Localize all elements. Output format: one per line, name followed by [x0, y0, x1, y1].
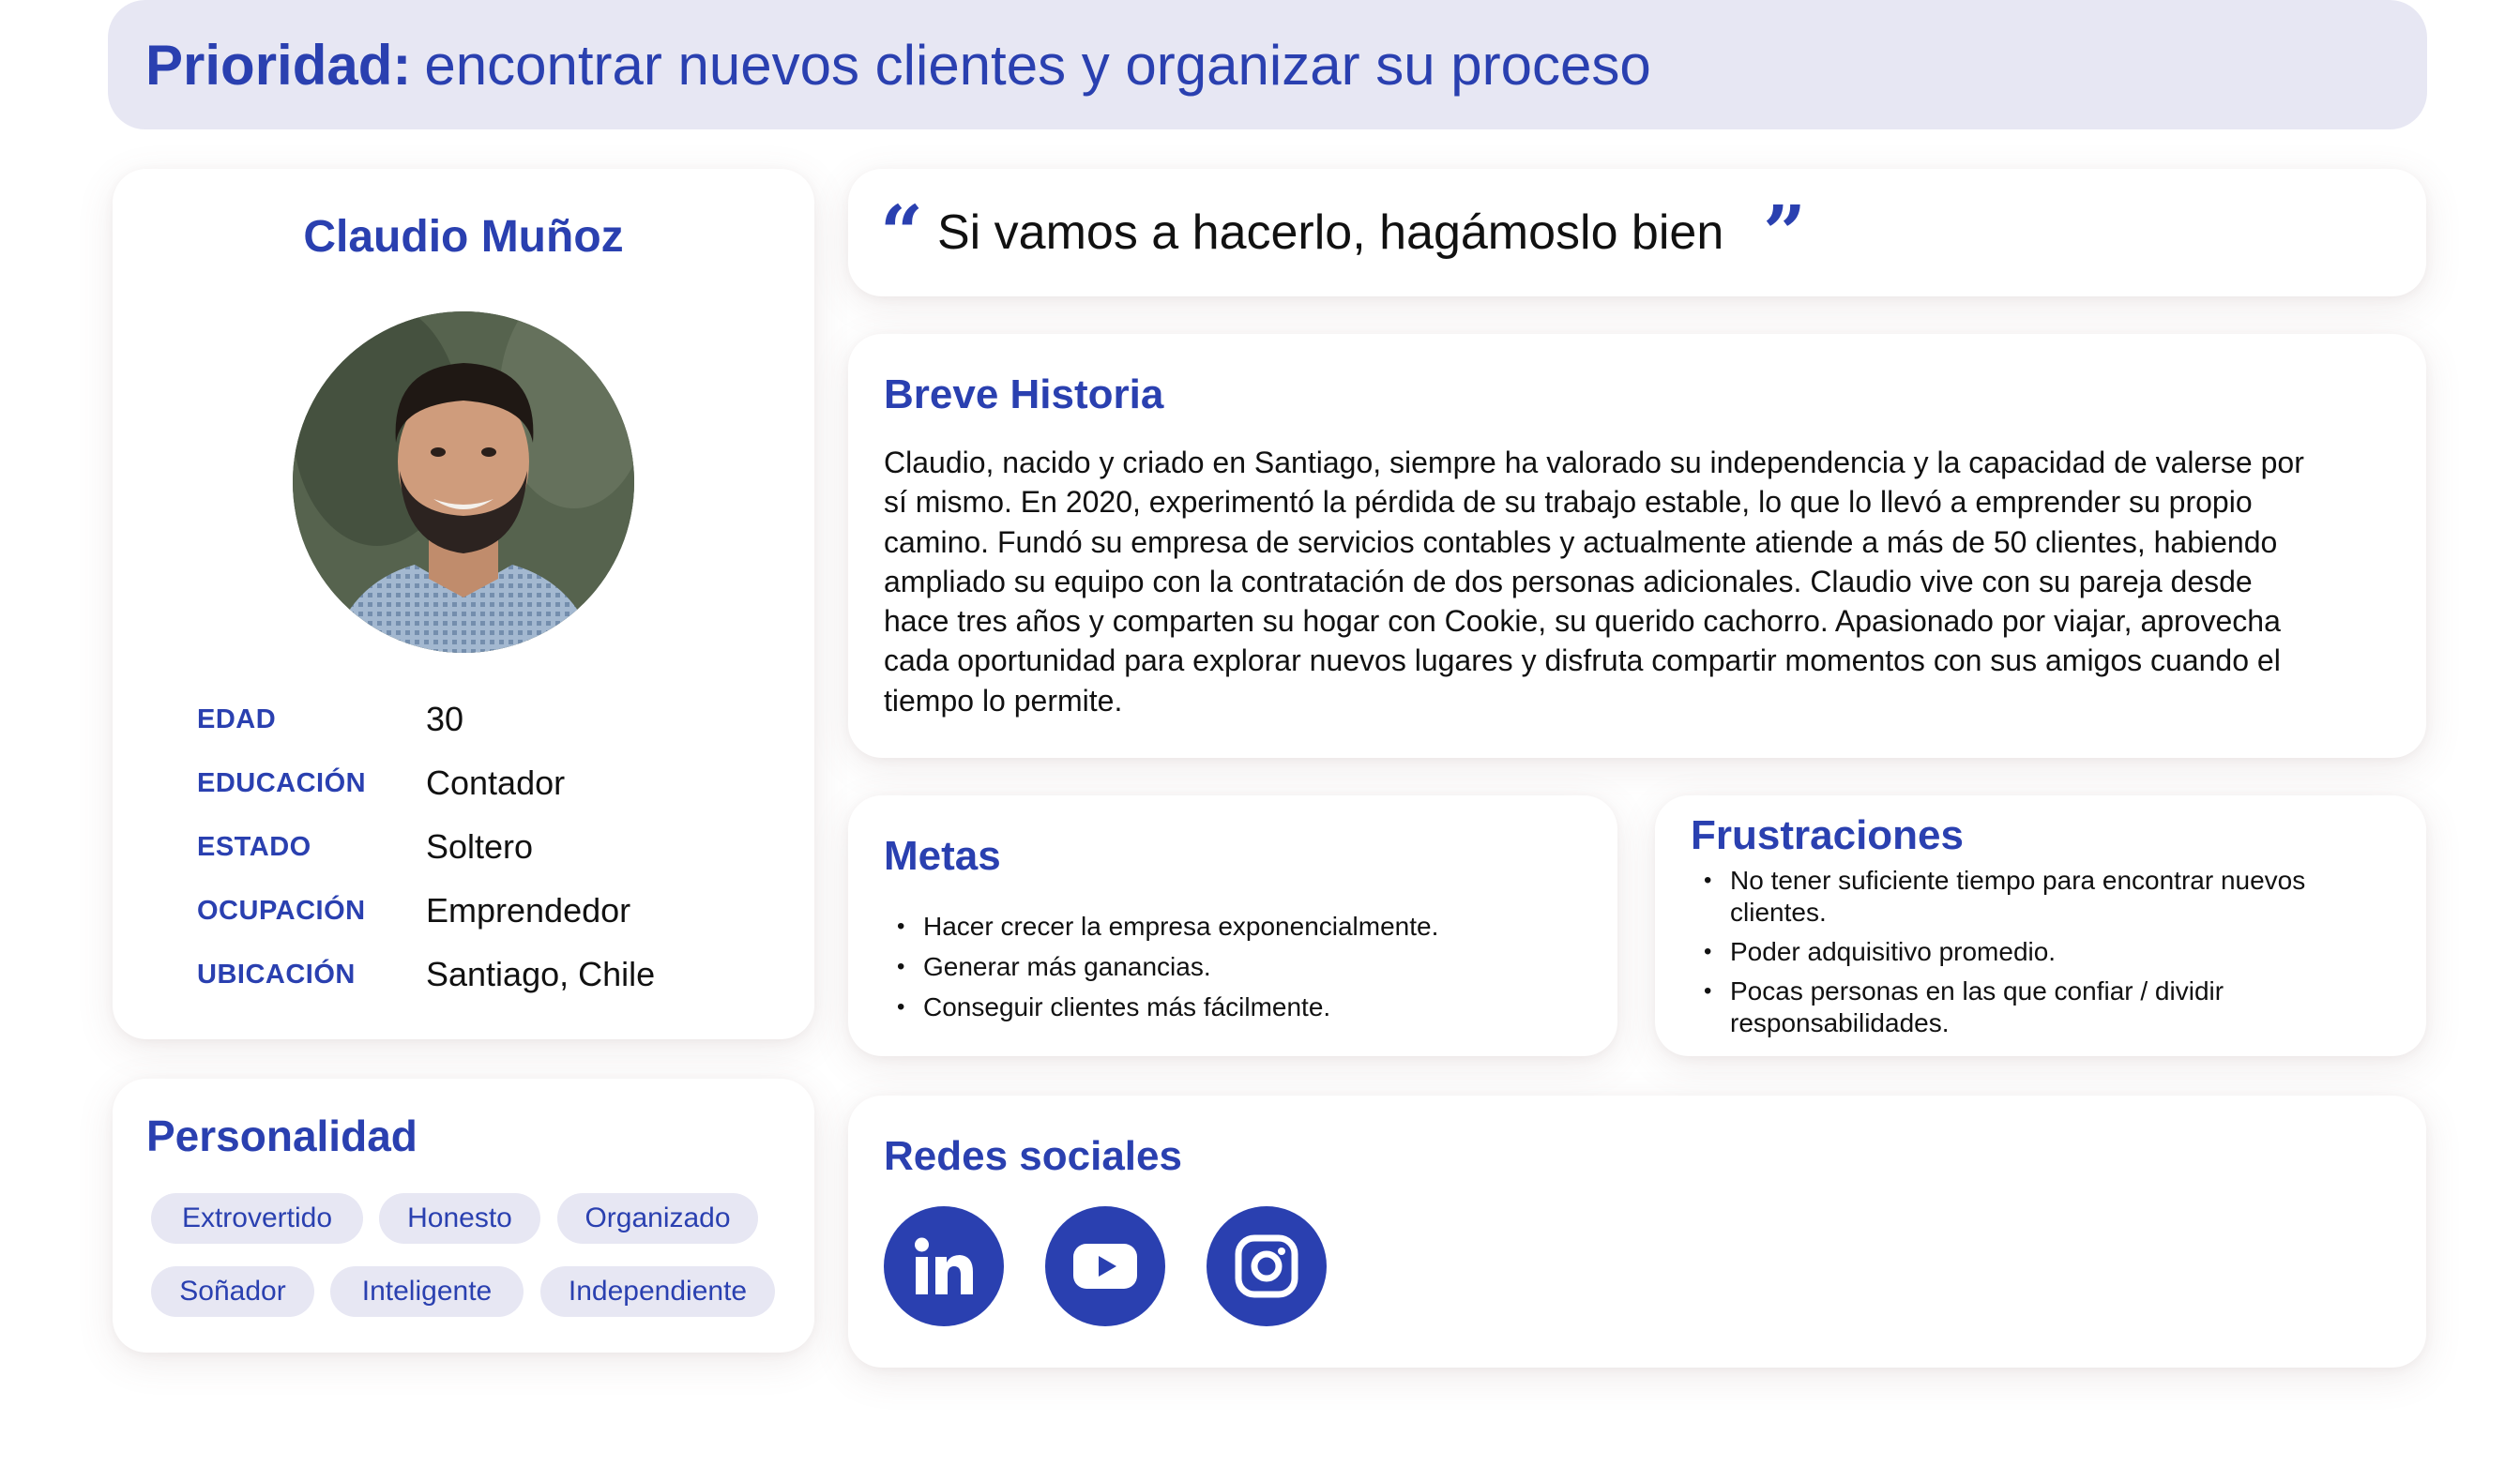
quote-text: Si vamos a hacerlo, hagámoslo bien	[937, 205, 1724, 260]
history-text: Claudio, nacido y criado en Santiago, si…	[884, 443, 2394, 720]
trait-chip: Soñador	[151, 1266, 314, 1317]
goal-item: Conseguir clientes más fácilmente.	[897, 987, 1438, 1027]
attr-value: 30	[426, 700, 464, 738]
history-line: Claudio, nacido y criado en Santiago, si…	[884, 446, 2304, 479]
frustration-item: No tener suficiente tiempo para encontra…	[1704, 865, 2305, 929]
trait-chip: Independiente	[540, 1266, 775, 1317]
frustrations-title: Frustraciones	[1691, 812, 1964, 858]
personality-card: Personalidad Extrovertido Honesto Organi…	[113, 1079, 814, 1353]
history-card: Breve Historia Claudio, nacido y criado …	[848, 334, 2426, 758]
attr-key: EDAD	[197, 703, 277, 734]
attr-key: EDUCACIÓN	[197, 767, 367, 798]
personality-title: Personalidad	[146, 1112, 417, 1160]
attr-row-edad: EDAD 30	[197, 691, 463, 748]
frustrations-card: Frustraciones No tener suficiente tiempo…	[1655, 795, 2426, 1056]
priority-banner: Prioridad: encontrar nuevos clientes y o…	[108, 0, 2427, 129]
trait-chip: Organizado	[557, 1193, 758, 1244]
attr-value: Santiago, Chile	[426, 955, 656, 993]
history-line: tiempo lo permite.	[884, 683, 1123, 718]
goal-item: Hacer crecer la empresa exponencialmente…	[897, 906, 1438, 946]
attr-value: Soltero	[426, 827, 534, 866]
youtube-icon	[1073, 1244, 1137, 1289]
attr-row-educacion: EDUCACIÓN Contador	[197, 755, 565, 811]
frustration-line: No tener suficiente tiempo para encontra…	[1730, 866, 2306, 895]
history-line: cada oportunidad para explorar nuevos lu…	[884, 643, 2281, 678]
attr-row-estado: ESTADO Soltero	[197, 819, 533, 875]
youtube-button[interactable]	[1045, 1206, 1165, 1326]
frustration-line: responsabilidades.	[1730, 1008, 1950, 1037]
profile-card: Claudio Muñoz EDAD 30 EDUCACIÓN Contador…	[113, 169, 814, 1039]
social-card: Redes sociales	[848, 1096, 2426, 1368]
attr-value: Emprendedor	[426, 891, 631, 930]
frustration-item: Poder adquisitivo promedio.	[1704, 936, 2305, 968]
history-line: hace tres años y comparten su hogar con …	[884, 604, 2281, 639]
trait-chip: Honesto	[379, 1193, 540, 1244]
history-title: Breve Historia	[884, 371, 1164, 417]
attr-key: UBICACIÓN	[197, 959, 356, 990]
goals-title: Metas	[884, 833, 1001, 879]
quote-card: “ Si vamos a hacerlo, hagámoslo bien ”	[848, 169, 2426, 296]
attr-key: OCUPACIÓN	[197, 895, 366, 926]
goals-list: Hacer crecer la empresa exponencialmente…	[897, 906, 1438, 1027]
frustration-line: Pocas personas en las que confiar / divi…	[1730, 976, 2224, 1006]
priority-label: Prioridad:	[145, 33, 412, 97]
frustration-line: clientes.	[1730, 898, 1827, 927]
trait-chip: Inteligente	[330, 1266, 524, 1317]
attr-key: ESTADO	[197, 831, 311, 862]
profile-name: Claudio Muñoz	[303, 212, 624, 262]
avatar	[293, 311, 634, 653]
frustration-line: Poder adquisitivo promedio.	[1730, 937, 2057, 966]
goals-card: Metas Hacer crecer la empresa exponencia…	[848, 795, 1617, 1056]
history-line: sí mismo. En 2020, experimentó la pérdid…	[884, 485, 2253, 520]
linkedin-icon	[915, 1237, 973, 1294]
open-quote-icon: “	[880, 189, 924, 277]
social-title: Redes sociales	[884, 1133, 1182, 1179]
close-quote-icon: ”	[1763, 189, 1807, 277]
instagram-icon	[1235, 1234, 1298, 1298]
attr-value: Contador	[426, 764, 566, 802]
attr-row-ocupacion: OCUPACIÓN Emprendedor	[197, 883, 630, 939]
priority-text: encontrar nuevos clientes y organizar su…	[424, 33, 1651, 97]
history-line: ampliado su equipo con la contratación d…	[884, 564, 2253, 598]
frustration-item: Pocas personas en las que confiar / divi…	[1704, 975, 2305, 1039]
instagram-button[interactable]	[1207, 1206, 1327, 1326]
avatar-photo	[293, 311, 634, 653]
attr-row-ubicacion: UBICACIÓN Santiago, Chile	[197, 946, 655, 1003]
trait-chip: Extrovertido	[151, 1193, 363, 1244]
linkedin-button[interactable]	[884, 1206, 1004, 1326]
frustrations-list: No tener suficiente tiempo para encontra…	[1704, 865, 2305, 1039]
history-line: camino. Fundó su empresa de servicios co…	[884, 524, 2278, 559]
goal-item: Generar más ganancias.	[897, 946, 1438, 987]
